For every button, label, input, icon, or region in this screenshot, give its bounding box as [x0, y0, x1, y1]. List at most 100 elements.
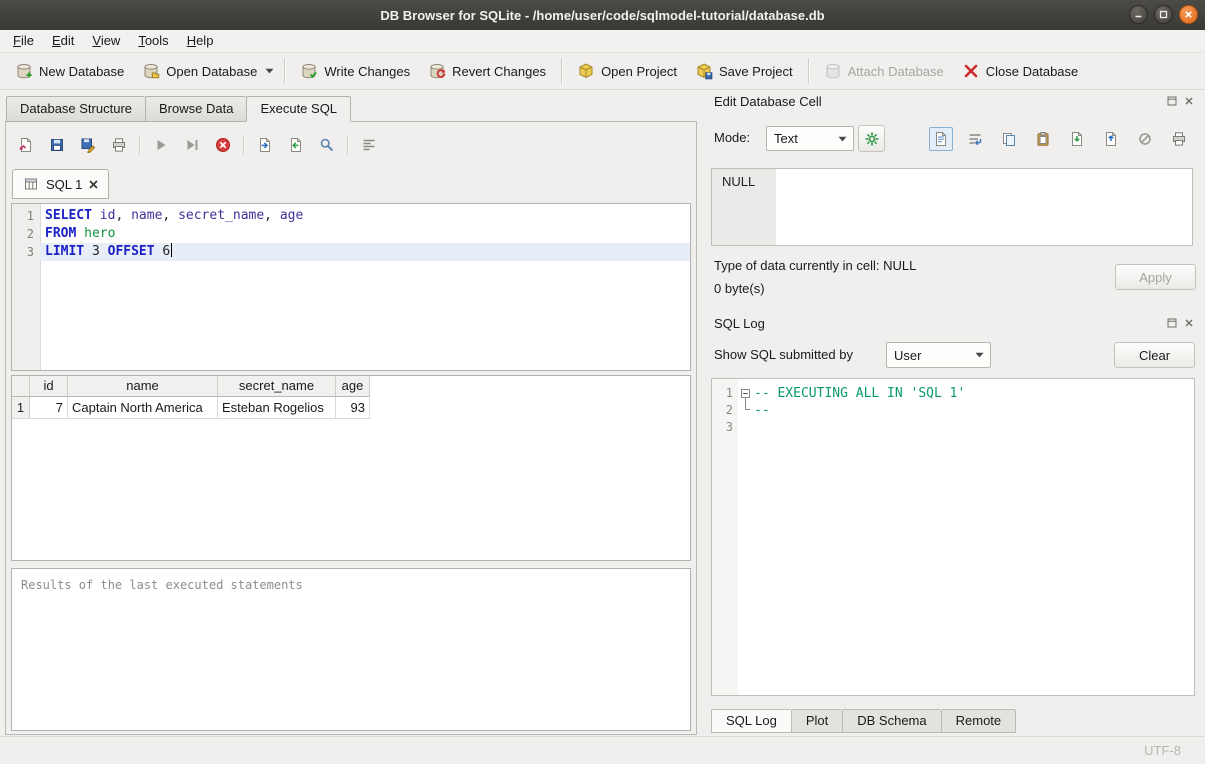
line-number: 3: [12, 243, 40, 261]
attach-database-button[interactable]: Attach Database: [815, 57, 953, 85]
edit-cell-float-icon[interactable]: [1166, 95, 1178, 107]
editor-line[interactable]: 3LIMIT 3 OFFSET 6: [12, 243, 690, 261]
log-line[interactable]: 3: [712, 419, 1194, 436]
chevron-down-icon: [975, 352, 984, 358]
column-header-age[interactable]: age: [336, 376, 370, 397]
set-null-button[interactable]: [1133, 127, 1157, 151]
editor-line-text: LIMIT 3 OFFSET 6: [40, 243, 690, 261]
dock-tab-plot[interactable]: Plot: [791, 709, 842, 733]
results-grid: idnamesecret_nameage 17Captain North Ame…: [11, 375, 691, 561]
save-sql-file-icon: [49, 137, 65, 153]
edit-cell-close-icon[interactable]: [1183, 95, 1195, 107]
menu-tools[interactable]: Tools: [129, 30, 177, 52]
sql-file-tab[interactable]: SQL 1: [12, 169, 109, 199]
grid-corner-cell[interactable]: [12, 376, 30, 397]
encoding-label: UTF-8: [1144, 743, 1181, 758]
execute-line-button[interactable]: [178, 132, 205, 159]
minimize-button[interactable]: [1129, 5, 1148, 24]
execute-all-icon: [153, 137, 169, 153]
app-window: DB Browser for SQLite - /home/user/code/…: [0, 0, 1205, 764]
column-header-secret-name[interactable]: secret_name: [218, 376, 336, 397]
clear-log-button[interactable]: Clear: [1114, 342, 1195, 368]
save-sql-as-icon: [80, 137, 96, 153]
cell-name[interactable]: Captain North America: [68, 397, 218, 419]
maximize-button[interactable]: [1154, 5, 1173, 24]
paste-button[interactable]: [1031, 127, 1055, 151]
revert-changes-button[interactable]: Revert Changes: [419, 57, 555, 85]
edit-cell-dock-buttons: [1166, 95, 1195, 107]
export-button[interactable]: [1099, 127, 1123, 151]
sql-log-float-icon[interactable]: [1166, 317, 1178, 329]
text-mode-icon: [933, 131, 949, 147]
dock-tab-db-schema[interactable]: DB Schema: [842, 709, 940, 733]
word-wrap-button[interactable]: [963, 127, 987, 151]
cell-secret-name[interactable]: Esteban Rogelios: [218, 397, 336, 419]
save-sql-as-button[interactable]: [74, 132, 101, 159]
menu-help[interactable]: Help: [178, 30, 223, 52]
close-button[interactable]: [1179, 5, 1198, 24]
table-row: 17Captain North AmericaEsteban Rogelios9…: [12, 397, 690, 419]
tab-execute-sql[interactable]: Execute SQL: [246, 96, 351, 122]
cell-id[interactable]: 7: [30, 397, 68, 419]
tab-database-structure[interactable]: Database Structure: [6, 96, 145, 122]
import-sql-button[interactable]: [282, 132, 309, 159]
cell-age[interactable]: 93: [336, 397, 370, 419]
write-changes-icon: [300, 62, 318, 80]
find-replace-button[interactable]: [313, 132, 340, 159]
open-project-button[interactable]: Open Project: [568, 57, 686, 85]
print-button[interactable]: [105, 132, 132, 159]
save-sql-file-button[interactable]: [43, 132, 70, 159]
titlebar[interactable]: DB Browser for SQLite - /home/user/code/…: [0, 0, 1205, 30]
new-database-button[interactable]: New Database: [6, 57, 133, 85]
log-line[interactable]: 2--: [712, 402, 1194, 419]
apply-button[interactable]: Apply: [1115, 264, 1196, 290]
import-button[interactable]: [1065, 127, 1089, 151]
sql-tab-close-icon[interactable]: [89, 180, 98, 189]
find-replace-icon: [319, 137, 335, 153]
write-changes-button[interactable]: Write Changes: [291, 57, 419, 85]
tab-browse-data[interactable]: Browse Data: [145, 96, 246, 122]
cell-editor[interactable]: NULL: [711, 168, 1193, 246]
import-icon: [1069, 131, 1085, 147]
mode-label: Mode:: [714, 130, 750, 145]
editor-line[interactable]: 1SELECT id, name, secret_name, age: [12, 207, 690, 225]
open-database-menu-button[interactable]: [262, 57, 276, 85]
copy-button[interactable]: [997, 127, 1021, 151]
format-sql-button[interactable]: [355, 132, 382, 159]
print-cell-button[interactable]: [1167, 127, 1191, 151]
menu-edit[interactable]: Edit: [43, 30, 83, 52]
sql-editor[interactable]: 1SELECT id, name, secret_name, age2FROM …: [11, 203, 691, 371]
fold-collapse-icon[interactable]: [738, 385, 754, 402]
export-icon: [1103, 131, 1119, 147]
log-line[interactable]: 1-- EXECUTING ALL IN 'SQL 1': [712, 385, 1194, 402]
button-label: Write Changes: [324, 64, 410, 79]
menu-file[interactable]: File: [4, 30, 43, 52]
set-null-icon: [1137, 131, 1153, 147]
button-label: Revert Changes: [452, 64, 546, 79]
main-tab-bar: Database StructureBrowse DataExecute SQL: [6, 96, 351, 122]
editor-line[interactable]: 2FROM hero: [12, 225, 690, 243]
export-sql-button[interactable]: [251, 132, 278, 159]
column-header-name[interactable]: name: [68, 376, 218, 397]
dock-tab-remote[interactable]: Remote: [941, 709, 1017, 733]
statusbar: UTF-8: [0, 736, 1205, 764]
sql-log-close-icon[interactable]: [1183, 317, 1195, 329]
editor-line-text: SELECT id, name, secret_name, age: [40, 207, 690, 225]
menu-view[interactable]: View: [83, 30, 129, 52]
save-project-button[interactable]: Save Project: [686, 57, 802, 85]
column-header-id[interactable]: id: [30, 376, 68, 397]
results-placeholder: Results of the last executed statements: [21, 578, 303, 592]
apply-format-button[interactable]: [858, 125, 885, 152]
close-database-button[interactable]: Close Database: [953, 57, 1088, 85]
dock-tab-sql-log[interactable]: SQL Log: [711, 709, 791, 733]
row-number-cell[interactable]: 1: [12, 397, 30, 419]
stop-button[interactable]: [209, 132, 236, 159]
execute-line-icon: [184, 137, 200, 153]
mode-combobox[interactable]: Text: [766, 126, 854, 151]
open-sql-file-button[interactable]: [12, 132, 39, 159]
sql-log-view[interactable]: 1-- EXECUTING ALL IN 'SQL 1'2--3: [711, 378, 1195, 696]
execute-all-button[interactable]: [147, 132, 174, 159]
log-filter-combobox[interactable]: User: [886, 342, 991, 368]
open-database-button[interactable]: Open Database: [133, 57, 266, 85]
text-mode-button[interactable]: [929, 127, 953, 151]
